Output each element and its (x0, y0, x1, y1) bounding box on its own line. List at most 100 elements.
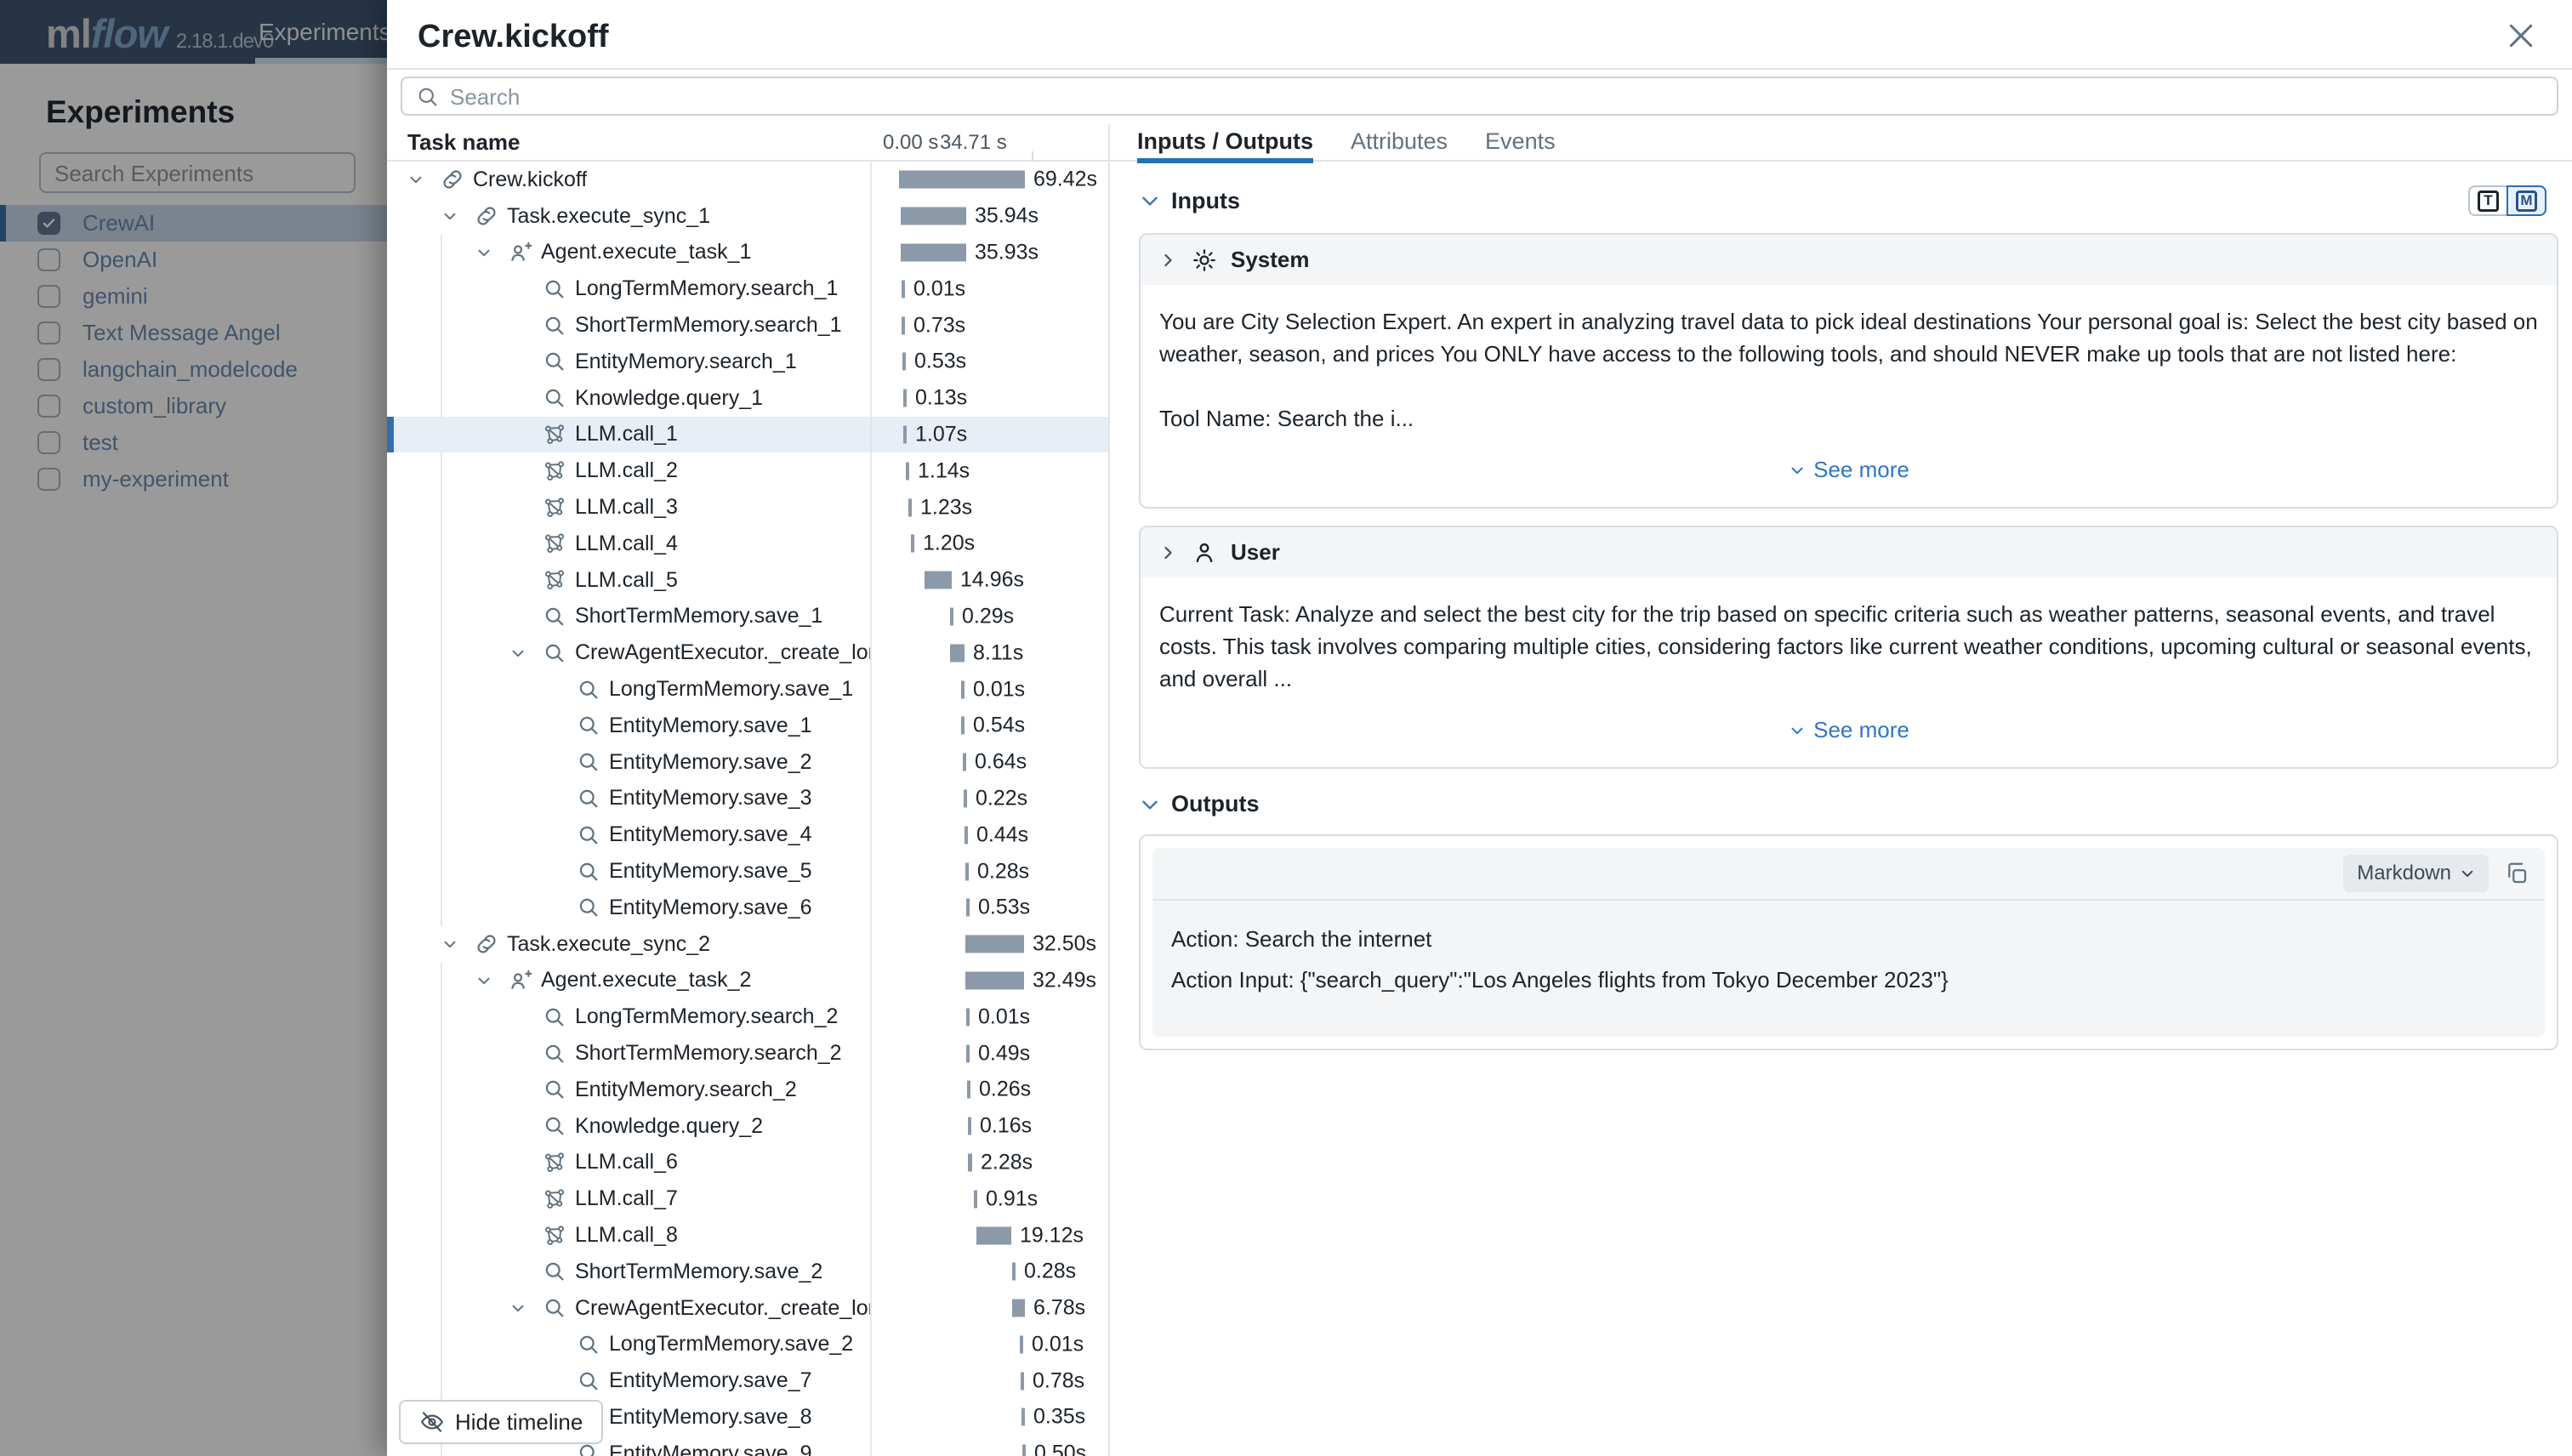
span-name-cell[interactable]: EntityMemory.save_2 (387, 744, 870, 781)
text-mode-button[interactable]: T (2468, 185, 2508, 216)
span-name-cell[interactable]: EntityMemory.search_2 (387, 1072, 870, 1108)
markdown-mode-icon: M (2516, 191, 2537, 212)
span-row[interactable]: Agent.execute_task_135.93s (387, 235, 1108, 271)
span-row[interactable]: EntityMemory.save_20.64s (387, 744, 1108, 781)
span-name-cell[interactable]: EntityMemory.save_3 (387, 781, 870, 817)
message-card-header[interactable]: User (1141, 527, 2557, 577)
hide-timeline-button[interactable]: Hide timeline (399, 1400, 603, 1444)
expander-chevron-icon[interactable] (441, 207, 475, 225)
span-row[interactable]: Task.execute_sync_135.94s (387, 198, 1108, 235)
span-name-cell[interactable]: Crew.kickoff (387, 162, 870, 198)
message-card-header[interactable]: System (1141, 235, 2557, 285)
span-name-cell[interactable]: LLM.call_1 (387, 417, 870, 453)
timeline-cell: 0.26s (870, 1072, 1108, 1108)
trace-search-input[interactable]: Search (401, 77, 2558, 116)
expander-chevron-icon[interactable] (407, 170, 441, 189)
markdown-format-select[interactable]: Markdown (2343, 855, 2489, 892)
span-row[interactable]: Task.execute_sync_232.50s (387, 926, 1108, 963)
expander-chevron-icon[interactable] (509, 644, 543, 663)
span-name-cell[interactable]: LLM.call_8 (387, 1217, 870, 1254)
span-row[interactable]: EntityMemory.save_40.44s (387, 816, 1108, 853)
span-name-cell[interactable]: EntityMemory.save_5 (387, 853, 870, 890)
span-name-cell[interactable]: ShortTermMemory.search_2 (387, 1035, 870, 1072)
span-name-cell[interactable]: Agent.execute_task_1 (387, 235, 870, 271)
duration-bar (966, 1044, 970, 1062)
span-name-cell[interactable]: Agent.execute_task_2 (387, 963, 870, 999)
span-name-cell[interactable]: Knowledge.query_1 (387, 380, 870, 417)
span-row[interactable]: ShortTermMemory.save_10.29s (387, 599, 1108, 635)
see-more-link[interactable]: See more (1159, 702, 2538, 754)
span-row[interactable]: ShortTermMemory.search_10.73s (387, 307, 1108, 344)
span-row[interactable]: Crew.kickoff69.42s (387, 162, 1108, 198)
span-name-cell[interactable]: LLM.call_4 (387, 526, 870, 562)
span-name-cell[interactable]: ShortTermMemory.search_1 (387, 307, 870, 344)
span-row[interactable]: EntityMemory.search_10.53s (387, 344, 1108, 380)
close-icon[interactable] (2504, 19, 2538, 53)
span-name-cell[interactable]: LongTermMemory.search_1 (387, 270, 870, 307)
span-row[interactable]: LongTermMemory.search_20.01s (387, 998, 1108, 1035)
expander-chevron-icon[interactable] (475, 971, 509, 990)
chevron-down-icon[interactable] (1139, 793, 1161, 816)
tab-attributes[interactable]: Attributes (1351, 124, 1448, 162)
span-tree: Crew.kickoff69.42sTask.execute_sync_135.… (387, 162, 1108, 1456)
span-name-cell[interactable]: EntityMemory.save_6 (387, 890, 870, 926)
span-name-cell[interactable]: ShortTermMemory.save_1 (387, 599, 870, 635)
span-row[interactable]: LongTermMemory.search_10.01s (387, 270, 1108, 307)
timeline-cell: 0.91s (870, 1180, 1108, 1217)
span-name-cell[interactable]: EntityMemory.save_4 (387, 816, 870, 853)
span-name-cell[interactable]: LLM.call_5 (387, 562, 870, 599)
span-name-cell[interactable]: LLM.call_6 (387, 1145, 870, 1181)
span-row[interactable]: Agent.execute_task_232.49s (387, 963, 1108, 999)
copy-icon[interactable] (2504, 861, 2529, 886)
span-name-cell[interactable]: Task.execute_sync_1 (387, 198, 870, 235)
span-row[interactable]: LLM.call_514.96s (387, 562, 1108, 599)
span-row[interactable]: ShortTermMemory.save_20.28s (387, 1254, 1108, 1290)
span-row[interactable]: LLM.call_7 0.91s (387, 1180, 1108, 1217)
span-row[interactable]: LLM.call_41.20s (387, 526, 1108, 562)
expander-chevron-icon[interactable] (475, 243, 509, 262)
span-name-cell[interactable]: LLM.call_3 (387, 489, 870, 526)
span-name-cell[interactable]: EntityMemory.save_1 (387, 708, 870, 744)
span-name-cell[interactable]: EntityMemory.save_7 (387, 1362, 870, 1399)
span-row[interactable]: EntityMemory.save_30.22s (387, 781, 1108, 817)
span-name-cell[interactable]: Task.execute_sync_2 (387, 926, 870, 963)
span-row[interactable]: LongTermMemory.save_10.01s (387, 671, 1108, 708)
span-name-cell[interactable]: LongTermMemory.save_2 (387, 1327, 870, 1363)
span-name-cell[interactable]: ShortTermMemory.save_2 (387, 1254, 870, 1290)
span-name-cell[interactable]: LongTermMemory.save_1 (387, 671, 870, 708)
span-name-cell[interactable]: CrewAgentExecutor._create_long_term_memo… (387, 1290, 870, 1327)
chevron-down-icon[interactable] (1139, 190, 1161, 212)
span-row[interactable]: EntityMemory.search_20.26s (387, 1072, 1108, 1108)
span-row[interactable]: EntityMemory.save_10.54s (387, 708, 1108, 744)
span-name-cell[interactable]: EntityMemory.search_1 (387, 344, 870, 380)
search-icon (543, 641, 575, 665)
span-row[interactable]: Knowledge.query_10.13s (387, 380, 1108, 417)
span-row[interactable]: EntityMemory.save_60.53s (387, 890, 1108, 926)
tab-events[interactable]: Events (1485, 124, 1556, 162)
expander-chevron-icon[interactable] (441, 935, 475, 953)
span-name: EntityMemory.save_6 (609, 896, 812, 920)
span-row[interactable]: EntityMemory.save_50.28s (387, 853, 1108, 890)
span-row[interactable]: LLM.call_11.07s (387, 417, 1108, 453)
span-name-cell[interactable]: Knowledge.query_2 (387, 1108, 870, 1145)
see-more-link[interactable]: See more (1159, 441, 2538, 493)
markdown-mode-button[interactable]: M (2507, 185, 2546, 216)
span-name-cell[interactable]: LongTermMemory.search_2 (387, 998, 870, 1035)
span-row[interactable]: LLM.call_21.14s (387, 452, 1108, 489)
span-row[interactable]: Knowledge.query_20.16s (387, 1108, 1108, 1145)
span-name-cell[interactable]: LLM.call_7 (387, 1180, 870, 1217)
span-name-cell[interactable]: LLM.call_2 (387, 452, 870, 489)
span-row[interactable]: LLM.call_62.28s (387, 1145, 1108, 1181)
person-icon (1192, 540, 1217, 566)
span-name: LLM.call_7 (575, 1186, 678, 1211)
tab-inputs-outputs[interactable]: Inputs / Outputs (1137, 124, 1313, 162)
span-row[interactable]: CrewAgentExecutor._create_long_term_memo… (387, 1290, 1108, 1327)
span-row[interactable]: LLM.call_31.23s (387, 489, 1108, 526)
expander-chevron-icon[interactable] (509, 1299, 543, 1317)
span-row[interactable]: EntityMemory.save_70.78s (387, 1362, 1108, 1399)
span-row[interactable]: CrewAgentExecutor._create_long_term_memo… (387, 634, 1108, 671)
span-name-cell[interactable]: CrewAgentExecutor._create_long_term_memo… (387, 634, 870, 671)
span-row[interactable]: LongTermMemory.save_20.01s (387, 1327, 1108, 1363)
span-row[interactable]: ShortTermMemory.search_20.49s (387, 1035, 1108, 1072)
span-row[interactable]: LLM.call_819.12s (387, 1217, 1108, 1254)
